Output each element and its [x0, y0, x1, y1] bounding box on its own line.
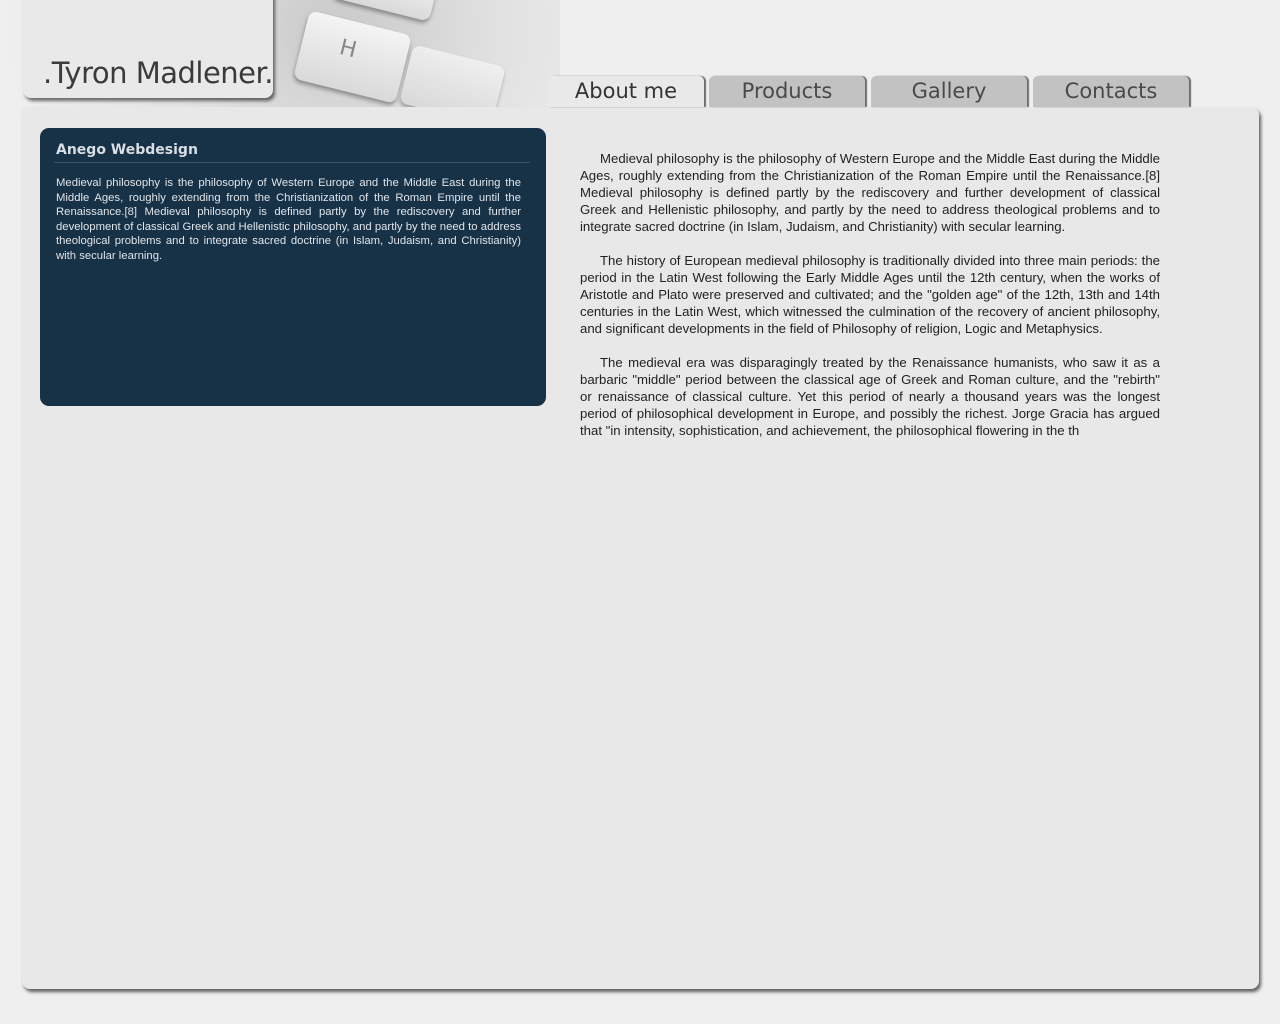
divider — [54, 162, 530, 163]
article-paragraph: Medieval philosophy is the philosophy of… — [580, 151, 1160, 234]
article-paragraph: The history of European medieval philoso… — [580, 253, 1160, 336]
tab-about-me[interactable]: About me — [548, 76, 704, 107]
site-logo[interactable]: .Tyron Madlener. — [43, 56, 274, 90]
sidebar-box-title: Anego Webdesign — [56, 142, 198, 158]
tab-contacts[interactable]: Contacts — [1033, 76, 1189, 107]
sidebar-info-box: Anego Webdesign Medieval philosophy is t… — [40, 128, 546, 406]
logo-box[interactable]: .Tyron Madlener. — [23, 0, 274, 98]
sidebar-box-text: Medieval philosophy is the philosophy of… — [56, 177, 521, 262]
main-article: Medieval philosophy is the philosophy of… — [580, 150, 1160, 470]
article-paragraph: The medieval era was disparagingly treat… — [580, 355, 1160, 438]
tab-gallery[interactable]: Gallery — [871, 76, 1027, 107]
tab-products[interactable]: Products — [709, 76, 865, 107]
keyboard-key-letter: H — [336, 35, 360, 64]
